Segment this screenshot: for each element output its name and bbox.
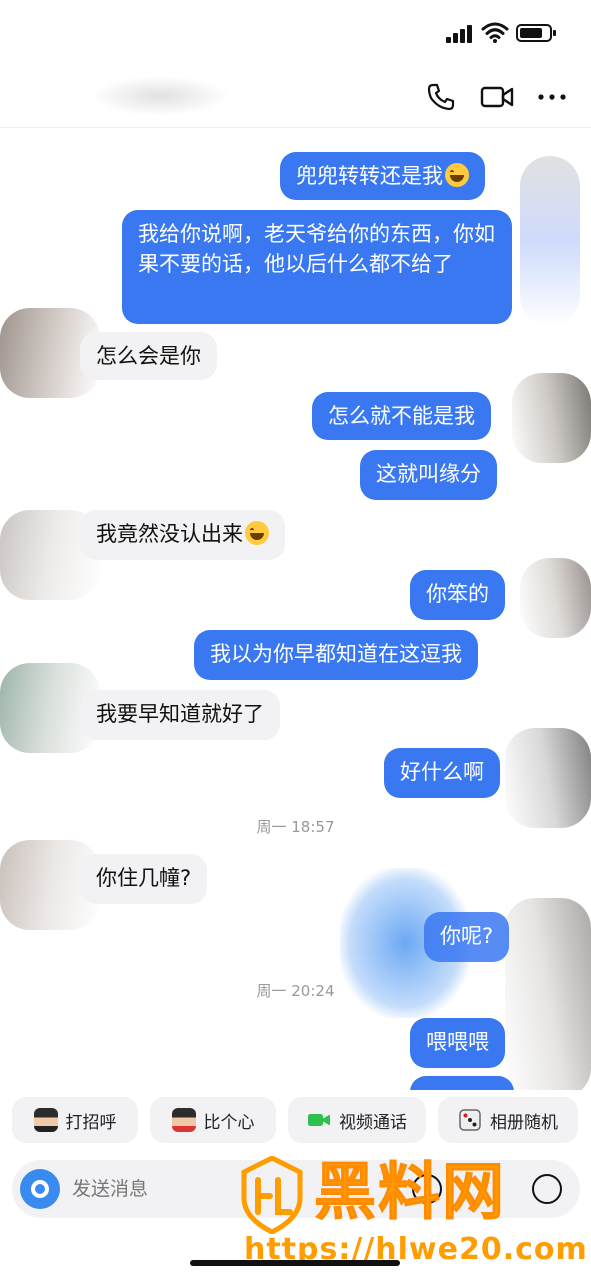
- rolling-laughing-emoji-icon: [245, 521, 269, 545]
- laughing-tears-emoji-icon: [445, 163, 469, 187]
- avatar-blurred: [520, 156, 580, 326]
- quick-action-album-random[interactable]: 相册随机: [438, 1097, 578, 1143]
- wifi-icon: [481, 22, 509, 43]
- quick-action-label: 视频通话: [339, 1112, 407, 1133]
- message-bubble-outgoing[interactable]: 我给你说啊，老天爷给你的东西，你如果不要的话，他以后什么都不给了: [122, 210, 512, 324]
- quick-action-label: 相册随机: [490, 1112, 558, 1133]
- status-bar: [0, 0, 591, 60]
- quick-action-label: 比个心: [203, 1112, 255, 1133]
- message-bubble-outgoing[interactable]: 你呢?: [424, 912, 510, 962]
- phone-icon[interactable]: [424, 80, 458, 114]
- avatar-blurred: [505, 728, 591, 828]
- watermark-title: 黑料网: [313, 1155, 507, 1229]
- watermark-logo-icon: [241, 1156, 303, 1234]
- camera-icon[interactable]: [20, 1169, 60, 1209]
- message-text: 喂喂喂: [426, 1030, 489, 1054]
- message-text: 好什么啊: [400, 760, 484, 784]
- avatar-blurred: [520, 558, 591, 638]
- more-dots-icon[interactable]: [535, 80, 569, 114]
- chat-header: [0, 60, 591, 128]
- message-text: 你呢?: [440, 924, 494, 948]
- message-text: 我给你说啊，老天爷给你的东西，你如果不要的话，他以后什么都不给了: [138, 222, 495, 276]
- chat-area[interactable]: 兜兜转转还是我 我给你说啊，老天爷给你的东西，你如果不要的话，他以后什么都不给了…: [0, 128, 591, 1090]
- message-text: 我竟然没认出来: [96, 522, 243, 546]
- battery-icon: [516, 24, 556, 42]
- dice-icon: [458, 1108, 482, 1132]
- message-text: 兜兜转转还是我: [296, 164, 443, 188]
- message-bubble-outgoing[interactable]: 这就叫缘分: [360, 450, 497, 500]
- message-bubble-incoming[interactable]: 你住几幢?: [80, 854, 208, 904]
- message-text: 我要早知道就好了: [96, 702, 264, 726]
- message-bubble-incoming[interactable]: 怎么会是你: [80, 332, 217, 380]
- quick-action-heart[interactable]: 比个心: [150, 1097, 276, 1143]
- character-wave-icon: [33, 1108, 58, 1132]
- message-bubble-incoming[interactable]: 我竟然没认出来: [80, 510, 285, 560]
- message-bubble-outgoing[interactable]: 好什么啊: [384, 748, 500, 798]
- timestamp: 周一 20:24: [256, 982, 335, 1000]
- video-camera-icon[interactable]: [480, 80, 514, 114]
- message-text: 这就叫缘分: [376, 462, 481, 486]
- video-call-icon: [307, 1108, 331, 1132]
- message-bubble-outgoing[interactable]: 你笨的: [410, 570, 505, 620]
- message-text: 怎么就不能是我: [328, 404, 475, 428]
- message-bubble-outgoing-partial[interactable]: [410, 1076, 514, 1090]
- message-text: 你住几幢?: [96, 866, 192, 890]
- quick-action-say-hi[interactable]: 打招呼: [12, 1097, 138, 1143]
- quick-action-label: 打招呼: [65, 1112, 117, 1133]
- message-text: 我以为你早都知道在这逗我: [210, 642, 462, 666]
- message-bubble-outgoing[interactable]: 喂喂喂: [410, 1018, 505, 1068]
- message-bubble-outgoing[interactable]: 兜兜转转还是我: [280, 152, 485, 200]
- message-text: 怎么会是你: [96, 344, 201, 368]
- signal-bars-icon: [446, 25, 474, 43]
- message-bubble-outgoing[interactable]: 我以为你早都知道在这逗我: [194, 630, 478, 680]
- timestamp: 周一 18:57: [256, 818, 335, 836]
- home-indicator[interactable]: [190, 1260, 400, 1266]
- message-text: 你笨的: [426, 582, 489, 606]
- avatar-blurred: [512, 373, 591, 463]
- character-heart-icon: [171, 1108, 196, 1132]
- contact-name-blurred: [90, 76, 230, 116]
- message-bubble-incoming[interactable]: 我要早知道就好了: [80, 690, 280, 740]
- quick-action-video-call[interactable]: 视频通话: [288, 1097, 426, 1143]
- message-bubble-outgoing[interactable]: 怎么就不能是我: [312, 392, 491, 440]
- quick-actions-bar: 打招呼 比个心 视频通话 相册随机: [0, 1097, 591, 1147]
